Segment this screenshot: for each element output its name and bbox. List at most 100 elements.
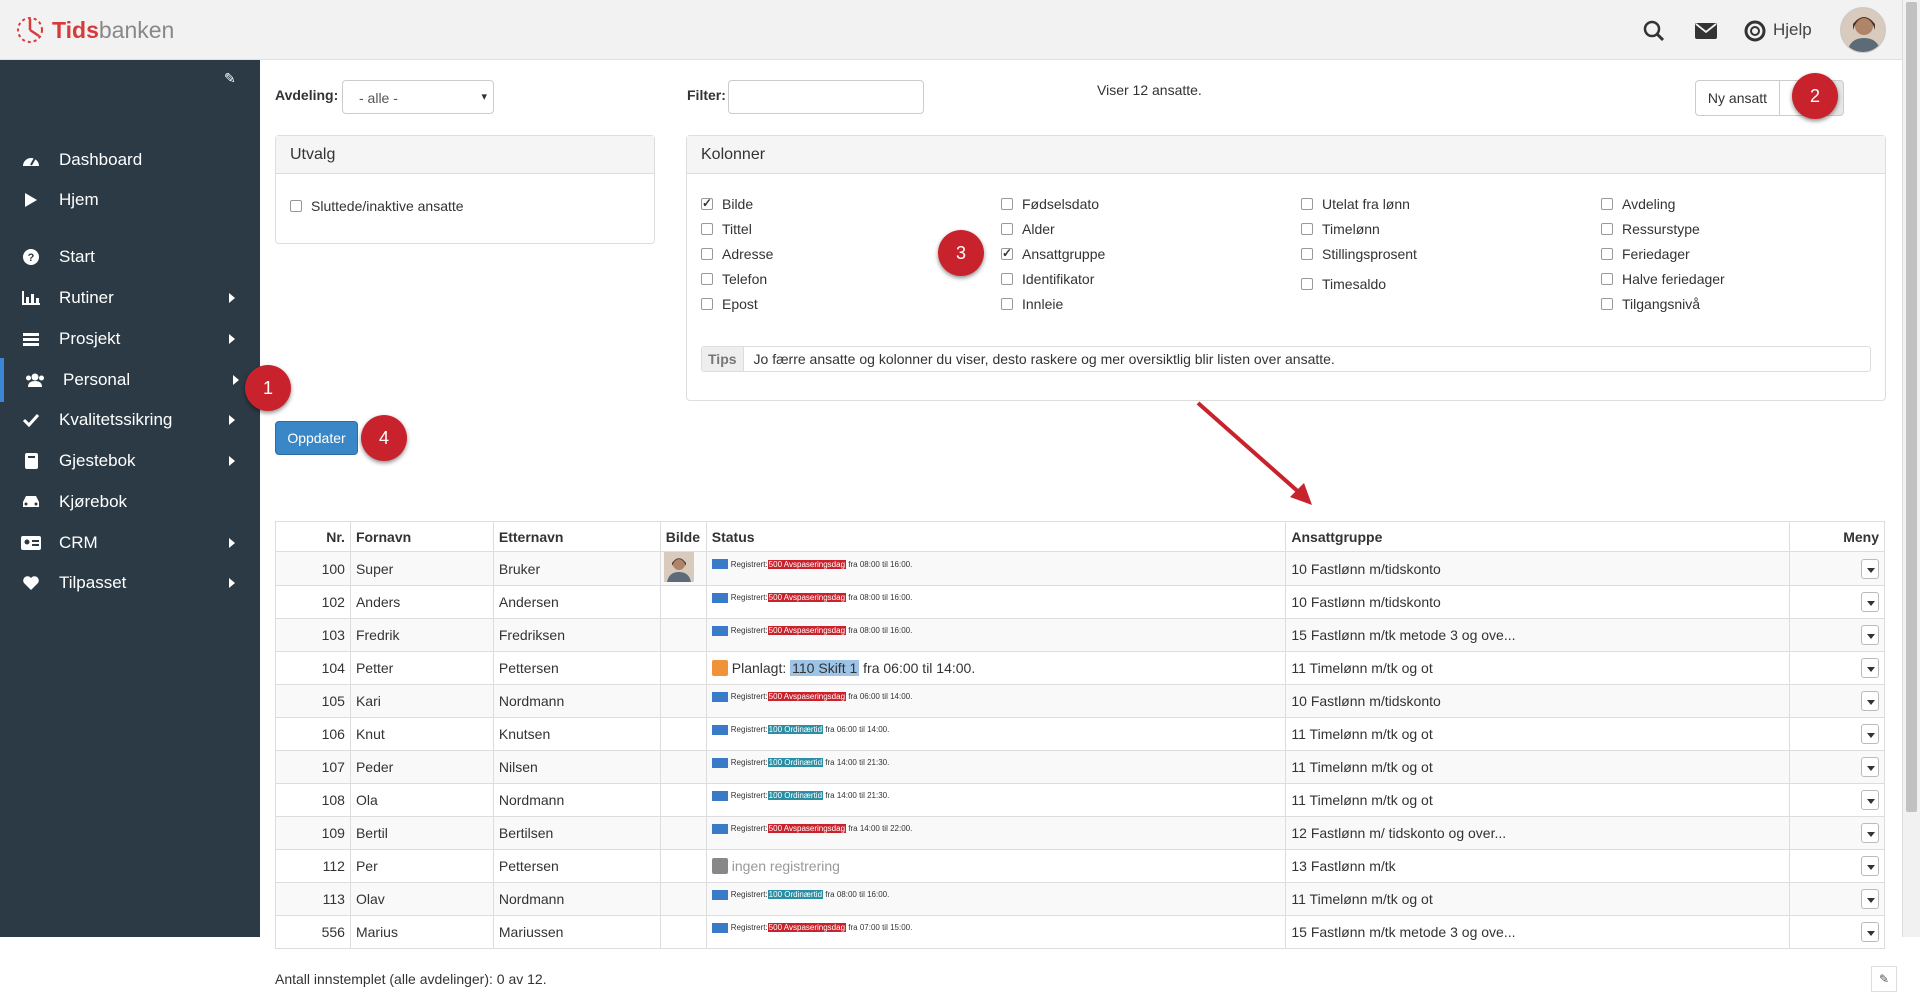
inactive-employees-checkbox[interactable]: Sluttede/inaktive ansatte [290, 198, 464, 214]
row-menu-button[interactable] [1861, 823, 1879, 843]
col-header-status[interactable]: Status [705, 521, 1287, 552]
update-button[interactable]: Oppdater [275, 421, 358, 455]
column-option-alder[interactable]: Alder [1001, 221, 1055, 237]
column-option-tilgangsnivå[interactable]: Tilgangsnivå [1601, 296, 1700, 312]
checkbox-box[interactable] [1301, 223, 1313, 235]
row-menu-button[interactable] [1861, 724, 1879, 744]
column-option-ansattgruppe[interactable]: Ansattgruppe [1001, 246, 1105, 262]
checkbox-box[interactable] [1001, 223, 1013, 235]
filter-input[interactable] [728, 80, 924, 114]
col-header-employee-group[interactable]: Ansattgruppe [1285, 521, 1790, 552]
cell-last-name: Nilsen [492, 750, 661, 784]
checkbox-box[interactable] [1301, 278, 1313, 290]
checkbox-box[interactable] [1601, 298, 1613, 310]
table-row[interactable]: 112 Per Pettersen ingen registrering 13 Fast… [275, 849, 1885, 883]
row-menu-button[interactable] [1861, 790, 1879, 810]
sidebar-item-hjem[interactable]: Hjem [0, 178, 260, 222]
table-row[interactable]: 556 Marius Mariussen Registrert: 500 Avspase… [275, 915, 1885, 949]
column-option-adresse[interactable]: Adresse [701, 246, 773, 262]
department-select[interactable]: - alle - [342, 80, 494, 114]
col-header-first-name[interactable]: Fornavn [349, 521, 494, 552]
checkbox-box[interactable] [701, 298, 713, 310]
table-row[interactable]: 108 Ola Nordmann Registrert: 100 Ordinærtid … [275, 783, 1885, 817]
cell-employee-group: 12 Fastlønn m/ tidskonto og over... [1285, 816, 1790, 850]
table-row[interactable]: 105 Kari Nordmann Registrert: 500 Avspaserin… [275, 684, 1885, 718]
table-row[interactable]: 104 Petter Pettersen Planlagt: 110 Skift 1 … [275, 651, 1885, 685]
column-option-epost[interactable]: Epost [701, 296, 758, 312]
row-menu-button[interactable] [1861, 658, 1879, 678]
scrollbar-thumb[interactable] [1906, 2, 1917, 812]
column-option-identifikator[interactable]: Identifikator [1001, 271, 1094, 287]
checkbox-box[interactable] [290, 200, 302, 212]
row-menu-button[interactable] [1861, 625, 1879, 645]
sidebar-item-rutiner[interactable]: Rutiner [0, 276, 260, 320]
checkbox-box[interactable] [1601, 273, 1613, 285]
sidebar-item-kvalitetssikring[interactable]: Kvalitetssikring [0, 398, 260, 442]
lifebuoy-help-icon[interactable] [1742, 18, 1768, 44]
page-scrollbar[interactable] [1902, 0, 1920, 937]
checkbox-box[interactable] [701, 248, 713, 260]
help-link[interactable]: Hjelp [1773, 20, 1812, 40]
sidebar-item-tilpasset[interactable]: Tilpasset [0, 561, 260, 605]
user-avatar[interactable] [1840, 7, 1886, 53]
checkbox-box[interactable] [1601, 223, 1613, 235]
checkbox-box[interactable] [701, 223, 713, 235]
sidebar-item-crm[interactable]: CRM [0, 521, 260, 565]
sidebar-item-dashboard[interactable]: Dashboard [0, 138, 260, 182]
col-header-last-name[interactable]: Etternavn [492, 521, 661, 552]
row-menu-button[interactable] [1861, 592, 1879, 612]
col-header-photo[interactable]: Bilde [659, 521, 707, 552]
column-option-utelat-fra-lønn[interactable]: Utelat fra lønn [1301, 196, 1410, 212]
row-menu-button[interactable] [1861, 757, 1879, 777]
row-menu-button[interactable] [1861, 558, 1879, 579]
wrench-icon[interactable]: ✎ [1871, 966, 1897, 992]
search-icon[interactable] [1641, 18, 1667, 44]
table-row[interactable]: 103 Fredrik Fredriksen Registrert: 500 Avspa… [275, 618, 1885, 652]
sidebar-item-prosjekt[interactable]: Prosjekt [0, 317, 260, 361]
column-option-innleie[interactable]: Innleie [1001, 296, 1063, 312]
new-employee-button[interactable]: Ny ansatt [1695, 80, 1780, 116]
col-header-nr[interactable]: Nr. [275, 521, 351, 552]
table-row[interactable]: 102 Anders Andersen Registrert: 500 Avspaser… [275, 585, 1885, 619]
mail-icon[interactable] [1693, 18, 1719, 44]
row-menu-button[interactable] [1861, 889, 1879, 909]
pin-icon[interactable]: ✎ [224, 70, 236, 87]
cell-last-name: Mariussen [492, 915, 661, 949]
checkbox-box[interactable] [1301, 198, 1313, 210]
column-option-halve-feriedager[interactable]: Halve feriedager [1601, 271, 1725, 287]
row-menu-button[interactable] [1861, 691, 1879, 711]
column-option-fødselsdato[interactable]: Fødselsdato [1001, 196, 1099, 212]
column-option-telefon[interactable]: Telefon [701, 271, 767, 287]
row-menu-button[interactable] [1861, 922, 1879, 942]
checkbox-box[interactable] [701, 196, 713, 210]
checkbox-box[interactable] [1601, 248, 1613, 260]
checkbox-box[interactable] [1001, 273, 1013, 285]
column-option-feriedager[interactable]: Feriedager [1601, 246, 1690, 262]
checkbox-box[interactable] [1001, 198, 1013, 210]
sidebar-item-start[interactable]: ? Start [0, 235, 260, 279]
tidsbanken-logo[interactable]: Tidsbanken [14, 14, 174, 46]
checkbox-box[interactable] [1001, 298, 1013, 310]
table-row[interactable]: 113 Olav Nordmann Registrert: 100 Ordinærtid… [275, 882, 1885, 916]
checkbox-box[interactable] [1601, 198, 1613, 210]
sidebar-item-gjestebok[interactable]: Gjestebok [0, 439, 260, 483]
sidebar-item-kjorebok[interactable]: Kjørebok [0, 480, 260, 524]
column-option-timelønn[interactable]: Timelønn [1301, 221, 1380, 237]
table-row[interactable]: 107 Peder Nilsen Registrert: 100 Ordinærtid … [275, 750, 1885, 784]
checkbox-box[interactable] [1001, 246, 1013, 260]
cell-status: Registrert: 500 Avspaseringsdag fra 14:00… [705, 816, 1287, 850]
checkbox-box[interactable] [701, 273, 713, 285]
checkbox-box[interactable] [1301, 248, 1313, 260]
sidebar-item-personal[interactable]: Personal [0, 358, 260, 402]
table-row[interactable]: 106 Knut Knutsen Registrert: 100 Ordinærtid … [275, 717, 1885, 751]
column-option-avdeling[interactable]: Avdeling [1601, 196, 1675, 212]
column-option-stillingsprosent[interactable]: Stillingsprosent [1301, 246, 1417, 262]
column-option-tittel[interactable]: Tittel [701, 221, 752, 237]
column-option-timesaldo[interactable]: Timesaldo [1301, 276, 1386, 292]
column-option-ressurstype[interactable]: Ressurstype [1601, 221, 1700, 237]
column-option-bilde[interactable]: Bilde [701, 196, 753, 212]
table-row[interactable]: 100 Super Bruker Registrert: 500 Avspasering… [275, 551, 1885, 586]
row-menu-button[interactable] [1861, 856, 1879, 876]
table-row[interactable]: 109 Bertil Bertilsen Registrert: 500 Avspase… [275, 816, 1885, 850]
status-code-badge: 100 Ordinærtid [767, 791, 824, 800]
